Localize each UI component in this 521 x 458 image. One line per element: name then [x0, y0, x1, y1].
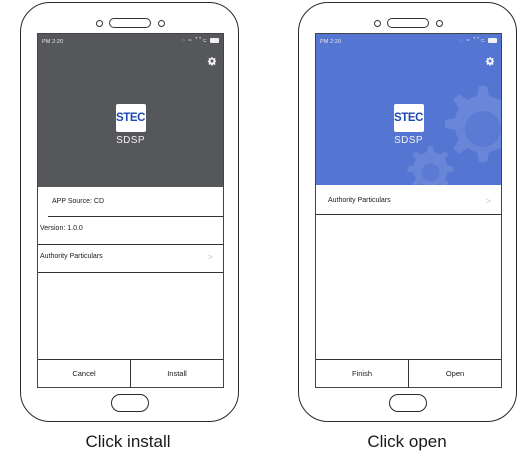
phone-top-sensors — [299, 17, 516, 29]
app-name: SDSP — [116, 135, 145, 146]
camera-dot — [96, 20, 103, 27]
app-header: PM 2:20 ◌ ≈ ꜛꜛ⊂ STEC SDSP — [316, 34, 501, 185]
status-time: PM 2:20 — [42, 39, 64, 45]
sensor-dot — [158, 20, 165, 27]
chevron-right-icon: > — [485, 196, 491, 206]
app-logo: STEC — [393, 104, 424, 132]
status-icons: ◌ ≈ ꜛꜛ⊂ — [182, 38, 219, 44]
speaker-slot — [387, 18, 429, 28]
battery-icon — [488, 38, 497, 44]
battery-icon — [210, 38, 219, 44]
install-screen: PM 2:20 ◌ ≈ ꜛꜛ⊂ STEC SDSP APP Source: CD… — [37, 33, 224, 388]
speaker-slot — [109, 18, 151, 28]
app-source-row: APP Source: CD — [38, 198, 223, 205]
status-symbols: ◌ ≈ ꜛꜛ⊂ — [181, 38, 208, 44]
logo-text: STEC — [393, 112, 424, 124]
app-logo: STEC — [115, 104, 146, 132]
action-bar: Cancel Install — [38, 359, 223, 387]
divider — [38, 244, 223, 245]
version-row: Version: 1.0.0 — [38, 225, 223, 232]
open-screen: PM 2:20 ◌ ≈ ꜛꜛ⊂ STEC SDSP Authority Part… — [315, 33, 502, 388]
finish-button[interactable]: Finish — [316, 360, 409, 387]
camera-dot — [374, 20, 381, 27]
authority-row[interactable]: Authority Particulars > — [38, 252, 223, 262]
divider — [48, 216, 223, 217]
install-button[interactable]: Install — [131, 360, 223, 387]
cancel-button[interactable]: Cancel — [38, 360, 131, 387]
gear-icon[interactable] — [485, 56, 495, 66]
gear-icon[interactable] — [207, 56, 217, 66]
phone-top-sensors — [21, 17, 238, 29]
logo-text: STEC — [115, 112, 146, 124]
status-time: PM 2:20 — [320, 39, 342, 45]
sensor-dot — [436, 20, 443, 27]
chevron-right-icon: > — [207, 252, 213, 262]
divider — [316, 214, 501, 215]
home-button[interactable] — [388, 394, 427, 412]
home-button[interactable] — [110, 394, 149, 412]
phone-open: PM 2:20 ◌ ≈ ꜛꜛ⊂ STEC SDSP Authority Part… — [298, 2, 517, 422]
action-bar: Finish Open — [316, 359, 501, 387]
divider — [38, 272, 223, 273]
caption-install: Click install — [85, 432, 171, 451]
authority-label: Authority Particulars — [328, 197, 391, 204]
app-header: PM 2:20 ◌ ≈ ꜛꜛ⊂ STEC SDSP — [38, 34, 223, 187]
status-icons: ◌ ≈ ꜛꜛ⊂ — [460, 38, 497, 44]
caption-open: Click open — [367, 432, 447, 451]
app-source-label: APP Source: CD — [52, 198, 105, 205]
authority-row[interactable]: Authority Particulars > — [316, 196, 501, 206]
version-label: Version: 1.0.0 — [40, 225, 83, 232]
status-symbols: ◌ ≈ ꜛꜛ⊂ — [459, 38, 486, 44]
open-button[interactable]: Open — [409, 360, 501, 387]
app-name: SDSP — [394, 135, 423, 146]
authority-label: Authority Particulars — [40, 253, 103, 260]
phone-install: PM 2:20 ◌ ≈ ꜛꜛ⊂ STEC SDSP APP Source: CD… — [20, 2, 239, 422]
